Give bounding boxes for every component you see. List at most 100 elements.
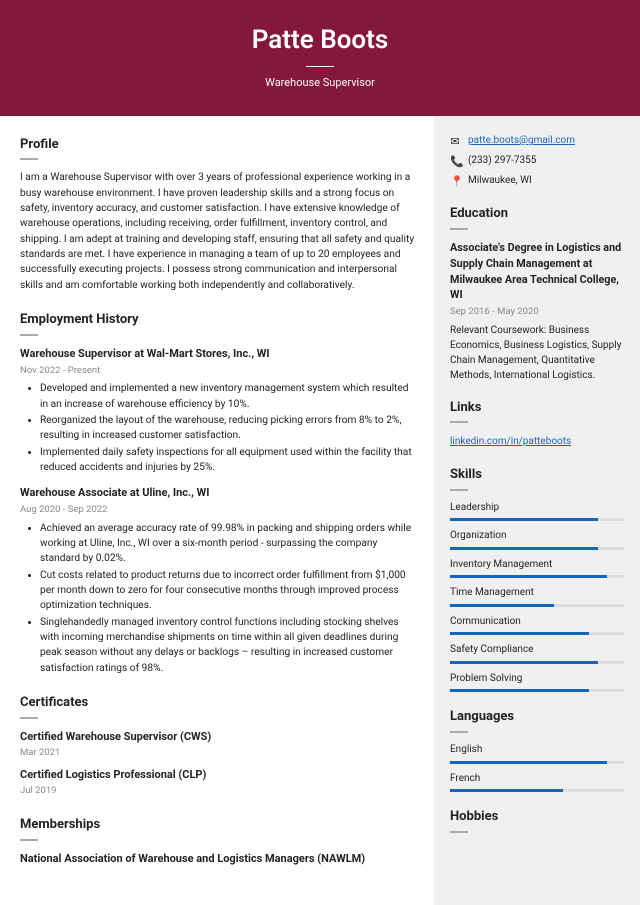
skill-fill xyxy=(450,604,554,607)
phone-icon: 📞 xyxy=(450,154,460,170)
skill-item: Time Management xyxy=(450,586,624,607)
cert-name: Certified Logistics Professional (CLP) xyxy=(20,767,416,783)
skill-fill xyxy=(450,661,598,664)
sidebar: ✉ patte.boots@gmail.com 📞 (233) 297-7355 📍… xyxy=(434,116,640,905)
contact-location: 📍 Milwaukee, WI xyxy=(450,174,624,190)
job-entry: Warehouse Supervisor at Wal-Mart Stores,… xyxy=(20,346,416,475)
skill-fill xyxy=(450,761,607,764)
job-title: Warehouse Supervisor xyxy=(0,75,640,91)
skill-bar xyxy=(450,761,624,764)
contact-section: ✉ patte.boots@gmail.com 📞 (233) 297-7355 📍… xyxy=(450,134,624,190)
job-title: Warehouse Supervisor at Wal-Mart Stores,… xyxy=(20,346,416,362)
contact-email: ✉ patte.boots@gmail.com xyxy=(450,134,624,150)
skill-name: Leadership xyxy=(450,501,624,516)
skill-name: Inventory Management xyxy=(450,558,624,573)
job-dates: Nov 2022 - Present xyxy=(20,364,416,378)
skill-item: Organization xyxy=(450,529,624,550)
skill-bar xyxy=(450,689,624,692)
skill-item: English xyxy=(450,743,624,764)
section-heading: Profile xyxy=(20,136,416,155)
heading-rule xyxy=(20,717,38,719)
cert-date: Mar 2021 xyxy=(20,746,416,760)
skill-item: Problem Solving xyxy=(450,672,624,693)
contact-phone: 📞 (233) 297-7355 xyxy=(450,154,624,170)
certificates-section: Certificates Certified Warehouse Supervi… xyxy=(20,694,416,798)
hobbies-section: Hobbies xyxy=(450,808,624,833)
job-bullets: Achieved an average accuracy rate of 99.… xyxy=(20,521,416,676)
memberships-section: Memberships National Association of Ware… xyxy=(20,816,416,867)
profile-text: I am a Warehouse Supervisor with over 3 … xyxy=(20,170,416,292)
heading-rule xyxy=(450,421,468,423)
heading-rule xyxy=(20,839,38,841)
skill-fill xyxy=(450,789,563,792)
section-heading: Languages xyxy=(450,708,624,727)
job-bullet: Developed and implemented a new inventor… xyxy=(40,381,416,412)
skill-item: Communication xyxy=(450,615,624,636)
content-wrap: Profile I am a Warehouse Supervisor with… xyxy=(0,116,640,905)
skill-item: French xyxy=(450,772,624,793)
education-section: Education Associate's Degree in Logistic… xyxy=(450,205,624,382)
job-bullets: Developed and implemented a new inventor… xyxy=(20,381,416,475)
job-title: Warehouse Associate at Uline, Inc., WI xyxy=(20,485,416,501)
main-column: Profile I am a Warehouse Supervisor with… xyxy=(0,116,434,905)
skill-bar xyxy=(450,604,624,607)
skill-bar xyxy=(450,661,624,664)
education-body: Relevant Coursework: Business Economics,… xyxy=(450,323,624,383)
section-heading: Hobbies xyxy=(450,808,624,827)
heading-rule xyxy=(450,831,468,833)
certificate-item: Certified Logistics Professional (CLP)Ju… xyxy=(20,767,416,798)
skill-name: Communication xyxy=(450,615,624,630)
linkedin-link[interactable]: linkedin.com/in/patteboots xyxy=(450,436,571,447)
job-bullet: Singlehandedly managed inventory control… xyxy=(40,615,416,676)
certificate-item: Certified Warehouse Supervisor (CWS)Mar … xyxy=(20,729,416,760)
job-entry: Warehouse Associate at Uline, Inc., WI Au… xyxy=(20,485,416,676)
skill-name: English xyxy=(450,743,624,758)
email-link[interactable]: patte.boots@gmail.com xyxy=(468,134,575,149)
job-bullet: Achieved an average accuracy rate of 99.… xyxy=(40,521,416,567)
cert-name: Certified Warehouse Supervisor (CWS) xyxy=(20,729,416,745)
links-section: Links linkedin.com/in/patteboots xyxy=(450,399,624,450)
skill-name: French xyxy=(450,772,624,787)
membership-item: National Association of Warehouse and Lo… xyxy=(20,851,416,867)
heading-rule xyxy=(450,731,468,733)
skill-name: Problem Solving xyxy=(450,672,624,687)
languages-section: Languages English French xyxy=(450,708,624,792)
skill-bar xyxy=(450,575,624,578)
job-bullet: Cut costs related to product returns due… xyxy=(40,568,416,614)
education-dates: Sep 2016 - May 2020 xyxy=(450,305,624,319)
header-rule xyxy=(306,66,334,67)
skill-fill xyxy=(450,632,589,635)
profile-section: Profile I am a Warehouse Supervisor with… xyxy=(20,136,416,293)
skill-name: Time Management xyxy=(450,586,624,601)
skill-name: Safety Compliance xyxy=(450,643,624,658)
skills-section: Skills Leadership Organization Inventory M… xyxy=(450,466,624,692)
section-heading: Skills xyxy=(450,466,624,485)
location-icon: 📍 xyxy=(450,174,460,190)
name: Patte Boots xyxy=(0,22,640,60)
location-text: Milwaukee, WI xyxy=(468,174,532,189)
skill-item: Inventory Management xyxy=(450,558,624,579)
section-heading: Employment History xyxy=(20,311,416,330)
cert-date: Jul 2019 xyxy=(20,784,416,798)
heading-rule xyxy=(20,334,38,336)
skill-fill xyxy=(450,518,598,521)
job-bullet: Implemented daily safety inspections for… xyxy=(40,445,416,476)
phone-text: (233) 297-7355 xyxy=(468,154,536,169)
employment-section: Employment History Warehouse Supervisor … xyxy=(20,311,416,676)
heading-rule xyxy=(20,158,38,160)
resume-header: Patte Boots Warehouse Supervisor xyxy=(0,0,640,116)
skill-fill xyxy=(450,547,598,550)
skill-item: Safety Compliance xyxy=(450,643,624,664)
section-heading: Links xyxy=(450,399,624,418)
section-heading: Education xyxy=(450,205,624,224)
education-title: Associate's Degree in Logistics and Supp… xyxy=(450,240,624,303)
skill-bar xyxy=(450,632,624,635)
heading-rule xyxy=(450,228,468,230)
section-heading: Certificates xyxy=(20,694,416,713)
skill-bar xyxy=(450,789,624,792)
skill-fill xyxy=(450,689,589,692)
job-dates: Aug 2020 - Sep 2022 xyxy=(20,503,416,517)
section-heading: Memberships xyxy=(20,816,416,835)
skill-name: Organization xyxy=(450,529,624,544)
email-icon: ✉ xyxy=(450,134,460,150)
